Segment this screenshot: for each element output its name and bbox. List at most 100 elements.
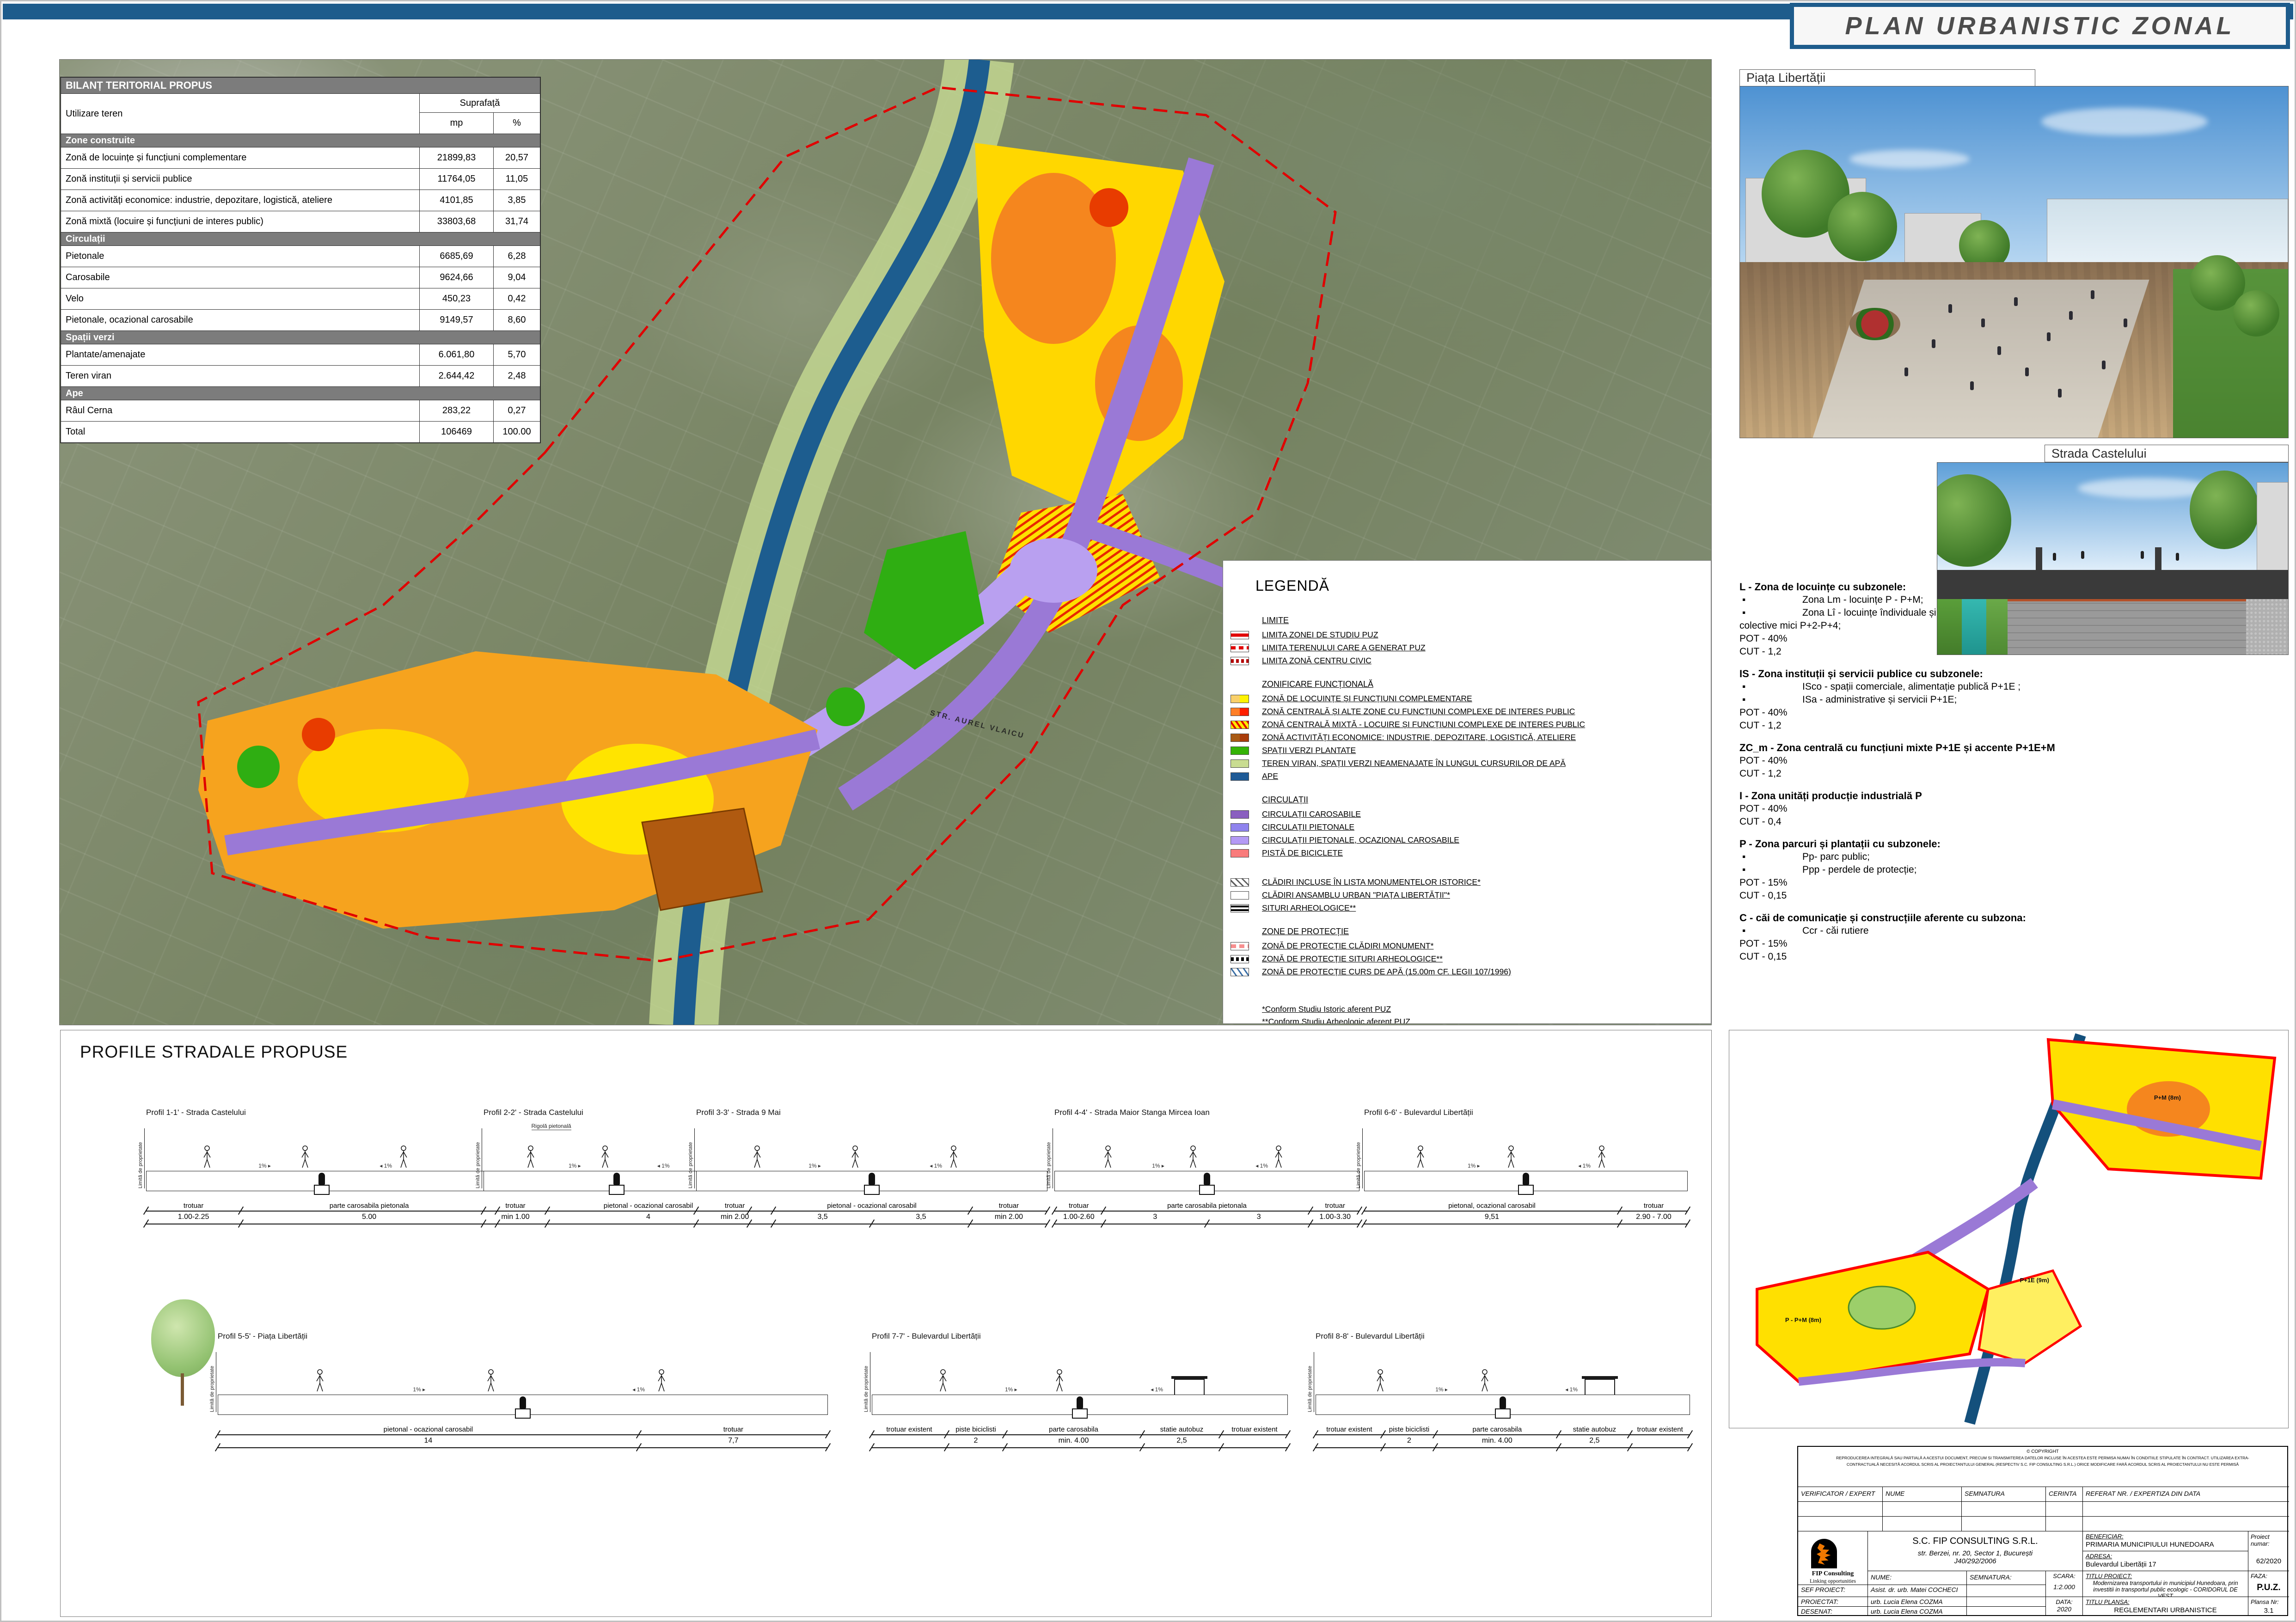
bilant-cell-pct: 9,04 (494, 267, 540, 288)
scara-label: SCARA: (2046, 1571, 2082, 1579)
person-silhouette (2102, 361, 2106, 369)
bilant-title: BILANȚ TERITORIAL PROPUS (61, 78, 540, 94)
bilant-row: Carosabile9624,669,04 (61, 267, 540, 288)
dimension-value (1221, 1435, 1288, 1447)
data-label: DATA: (2046, 1597, 2082, 1605)
legend-item-label: ZONĂ CENTRALĂ MIXTĂ - LOCUIRE ȘI FUNCȚIU… (1262, 720, 1585, 729)
hydrant-symbol (869, 1173, 875, 1185)
legend-item-label: ZONĂ DE LOCUINȚE ȘI FUNCȚIUNI COMPLEMENT… (1262, 694, 1472, 704)
zone-rule-line: ▪ISco - spații comerciale, alimentație p… (1739, 680, 2100, 693)
bilant-cell-label: Teren viran (61, 366, 420, 386)
render-label-piata-text: Piața Libertății (1746, 71, 1825, 85)
bilant-cell-mp: 11764,05 (420, 169, 494, 190)
zone-rule-line: CUT - 1,2 (1739, 719, 2100, 732)
bilant-cell-mp: 450,23 (420, 288, 494, 309)
property-limit-label: Limită de proprietate (688, 1128, 695, 1188)
bilant-cell-pct: 0,42 (494, 288, 540, 309)
data-cell: DATA: 2020 (2045, 1597, 2082, 1616)
person-silhouette (2176, 553, 2179, 561)
person-silhouette (2053, 553, 2056, 561)
bilant-cell-mp: 6685,69 (420, 246, 494, 267)
person-figure (1597, 1145, 1606, 1172)
zone-rule-line: CUT - 0,4 (1739, 815, 2100, 828)
profile-drawing: Limită de proprietate1% ▸◂ 1% (146, 1121, 497, 1191)
bilant-cell-mp: 21899,83 (420, 147, 494, 168)
legend-item-label: ZONĂ ACTIVITĂȚI ECONOMICE: INDUSTRIE, DE… (1262, 733, 1576, 742)
logo-name: FIP Consulting (1798, 1570, 1867, 1578)
profile-title: Profil 8-8' - Bulevardul Libertății (1316, 1332, 1690, 1341)
bilant-cell-mp: 4101,85 (420, 190, 494, 211)
slope-label: 1% ▸ (258, 1163, 271, 1169)
person-silhouette (2058, 389, 2062, 398)
bilant-cell-pct: 2,48 (494, 366, 540, 386)
data-value: 2020 (2046, 1605, 2082, 1613)
slope-label: 1% ▸ (1005, 1386, 1017, 1393)
dimension-values-row: 2min. 4.002,5 (872, 1435, 1288, 1448)
dimension-segment-label: statie autobuz (1559, 1422, 1630, 1434)
bilant-cell-pct: 5,70 (494, 344, 540, 365)
dimension-value (872, 1435, 947, 1447)
bilant-cell-label: Ape (61, 387, 540, 400)
profile-dimensions: trotuarparte carosabila pietonala1.00-2.… (146, 1199, 497, 1224)
copyright-line: © COPYRIGHT (1798, 1449, 2287, 1454)
person-figure (1055, 1369, 1064, 1393)
legend: LEGENDĂ LIMITELIMITA ZONEI DE STUDIU PUZ… (1223, 560, 1711, 1024)
street-profile: Profil 3-3' - Strada 9 MaiLimită de prop… (696, 1108, 1047, 1224)
person-figure (949, 1145, 958, 1169)
profile-drawing: Limită de proprietate1% ▸◂ 1% (218, 1345, 828, 1415)
zone-regulations: L - Zona de locuințe cu subzonele:▪Zona … (1739, 581, 2100, 1024)
legend-item: CIRCULAȚII PIETONALE, OCAZIONAL CAROSABI… (1230, 835, 1704, 845)
nume-header: NUME: (1867, 1571, 1966, 1585)
hydrant-symbol (520, 1396, 526, 1408)
legend-item: LIMITA TERENULUI CARE A GENERAT PUZ (1230, 643, 1704, 653)
person-silhouette (1981, 318, 1985, 327)
zone-rule-line: POT - 40% (1739, 802, 2100, 815)
bilant-row: Ape (61, 387, 540, 400)
fip-logo (1811, 1539, 1837, 1568)
copyright-line: CONTRACTUALĂ NECESITĂ ACORDUL SCRIS AL P… (1798, 1461, 2287, 1467)
dimension-value: min 2.00 (970, 1212, 1047, 1224)
slope-label: 1% ▸ (808, 1163, 821, 1169)
slope-label: ◂ 1% (632, 1386, 645, 1393)
plansa-cell: Plansa Nr: 3.1 (2248, 1597, 2289, 1616)
bilant-cell-pct: 20,57 (494, 147, 540, 168)
dimension-segment-label: trotuar (696, 1199, 773, 1211)
zone-industrie (642, 808, 762, 910)
legend-item-label: ZONĂ DE PROTECȚIE CLĂDIRI MONUMENT* (1262, 941, 1433, 951)
person-figure (753, 1145, 762, 1169)
bilant-cell-label: Zone construite (61, 134, 540, 147)
zone-rule-block: IS - Zona instituții și servicii publice… (1739, 667, 2100, 732)
dimension-segment-label: statie autobuz (1142, 1422, 1221, 1434)
person-silhouette (2124, 318, 2127, 327)
profile-dimensions: trotuarpietonal - ocazional carosabiltro… (696, 1199, 1047, 1224)
copyright-line: REPRODUCEREA INTEGRALĂ SAU PARTIALĂ A AC… (1798, 1454, 2287, 1461)
bilant-cell-label: Circulații (61, 233, 540, 245)
person-figure (1103, 1145, 1113, 1172)
dimension-value: 1.00-2.60 (1054, 1212, 1103, 1224)
hydrant-symbol (318, 1173, 325, 1185)
zone-rule-title: I - Zona unități producție industrială P (1739, 790, 2100, 802)
zone-rule-title: P - Zona parcuri și plantații cu subzone… (1739, 838, 2100, 851)
verif-empty (1961, 1516, 2045, 1531)
person-figure (202, 1145, 212, 1169)
dimension-segment-label: trotuar existent (872, 1422, 947, 1434)
role-signature-empty (1966, 1597, 2045, 1606)
inset-zoning-plan[interactable]: P+M (8m) P - P+M (8m) P+1E (9m) (1729, 1030, 2289, 1428)
legend-item-label: ZONĂ CENTRALĂ ȘI ALTE ZONE CU FUNCȚIUNI … (1262, 707, 1575, 716)
beneficiar-cell: BENEFICIAR: PRIMARIA MUNICIPIULUI HUNEDO… (2082, 1531, 2248, 1551)
legend-item: PISTĂ DE BICICLETE (1230, 848, 1704, 858)
street-profile: Profil 8-8' - Bulevardul LibertățiiLimit… (1316, 1332, 1690, 1448)
person-silhouette (2069, 311, 2073, 320)
adresa-value: Bulevardul Libertății 17 (2083, 1560, 2248, 1569)
bilant-cell-label: Plantate/amenajate (61, 344, 420, 365)
role-name: urb. Lucia Elena COZMA (1867, 1597, 1966, 1606)
inset-label: P - P+M (8m) (1785, 1316, 1821, 1323)
bilant-cell-mp: 33803,68 (420, 211, 494, 232)
dimension-labels-row: pietonal - ocazional carosabiltrotuar (218, 1422, 828, 1435)
legend-item-label: TEREN VIRAN, SPAȚII VERZI NEAMENAJATE ÎN… (1262, 759, 1566, 768)
property-limit-label: Limită de proprietate (1356, 1128, 1363, 1188)
legend-item: ZONĂ DE PROTECȚIE SITURI ARHEOLOGICE** (1230, 954, 1704, 964)
person-figure (1416, 1145, 1425, 1172)
flower-bed (1849, 308, 1900, 340)
legend-footnote-1: *Conform Studiu Istoric aferent PUZ (1262, 1004, 1704, 1014)
